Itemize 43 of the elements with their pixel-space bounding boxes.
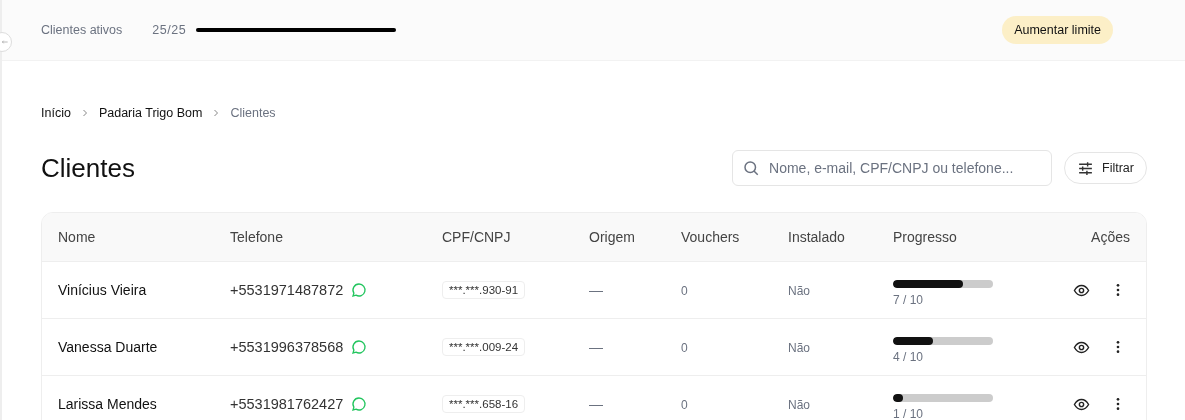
- column-header: Ações: [1090, 229, 1130, 245]
- breadcrumb-link[interactable]: Clientes: [230, 106, 276, 120]
- table-cell: —: [589, 339, 603, 355]
- active-clients-label: Clientes ativos: [41, 23, 123, 37]
- progress-text: 4 / 10: [893, 349, 925, 364]
- table-cell: +5531971487872: [230, 282, 344, 298]
- table-cell: 0: [681, 341, 688, 355]
- page-title: Clientes: [41, 152, 135, 184]
- table-cell-text: Vanessa Duarte: [58, 339, 159, 355]
- table-cell-text: Vinícius Vieira: [58, 282, 148, 298]
- breadcrumb-link[interactable]: Padaria Trigo Bom: [98, 106, 203, 120]
- search-field[interactable]: Nome, e-mail, CPF/CNPJ ou telefone...: [732, 150, 1053, 186]
- document-tag: ***.***.009-24: [442, 338, 526, 356]
- table-cell: —: [589, 396, 603, 412]
- column-header: Progresso: [893, 229, 958, 245]
- document-tag: ***.***.658-16: [442, 395, 526, 413]
- filter-button[interactable]: Filtrar: [1064, 152, 1147, 184]
- table-cell: Não: [788, 341, 810, 355]
- chat-bubble-icon: [351, 282, 368, 298]
- breadcrumb-link[interactable]: Início: [41, 106, 71, 120]
- chat-bubble-icon: [351, 396, 368, 412]
- column-header: Telefone: [230, 229, 284, 245]
- table-cell: +5531996378568: [230, 339, 344, 355]
- column-header: Origem: [589, 229, 636, 245]
- table-cell: 0: [681, 398, 688, 412]
- progress-text: 7 / 10: [893, 292, 925, 307]
- progress-text: 1 / 10: [893, 406, 925, 420]
- table-cell: Não: [788, 284, 810, 298]
- column-header: CPF/CNPJ: [442, 229, 512, 245]
- column-header: Nome: [58, 229, 97, 245]
- column-header: Instalado: [788, 229, 846, 245]
- table-cell: —: [589, 282, 603, 298]
- table-cell: Não: [788, 398, 810, 412]
- sliders-icon: [1077, 159, 1095, 177]
- chat-bubble-icon: [351, 339, 368, 355]
- active-clients-count: 25/25: [152, 23, 187, 37]
- table-cell-text: Larissa Mendes: [58, 396, 158, 412]
- increase-limit-button[interactable]: Aumentar limite: [1002, 16, 1113, 44]
- table-cell: +5531981762427: [230, 396, 344, 412]
- document-tag: ***.***.930-91: [442, 281, 526, 299]
- table-cell: 0: [681, 284, 688, 298]
- column-header: Vouchers: [681, 229, 741, 245]
- arrow-icon: [1, 38, 9, 46]
